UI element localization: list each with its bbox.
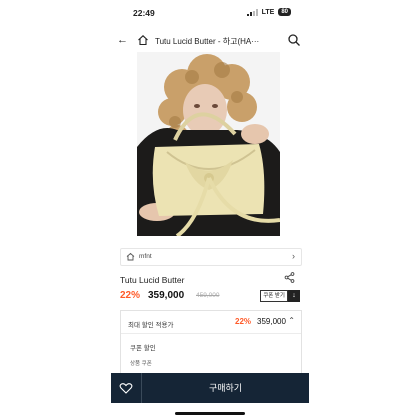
status-bar: 22:49 LTE 80: [111, 6, 309, 20]
product-name: Tutu Lucid Butter: [120, 275, 185, 285]
home-indicator: [175, 412, 245, 415]
max-discount-label: 최대 할인 적용가: [128, 322, 174, 329]
search-icon[interactable]: [287, 33, 301, 47]
price-row: 22% 359,000 459,000 쿠폰 받기 ↓: [120, 290, 300, 304]
store-icon: [126, 252, 135, 261]
buy-button[interactable]: 구매하기: [142, 373, 309, 403]
download-icon: ↓: [288, 290, 300, 302]
discount-rate: 22%: [120, 290, 141, 301]
back-icon[interactable]: ←: [117, 34, 128, 46]
page-title: Tutu Lucid Butter - 하고(HA···: [155, 37, 260, 46]
max-discount-price: 359,000: [257, 317, 286, 326]
max-discount-rate: 22%: [235, 317, 252, 326]
coupon-label: 쿠폰 받기: [260, 290, 288, 302]
phone-screen: 22:49 LTE 80 ← Tutu Lucid Butter - 하고(HA…: [111, 0, 309, 420]
battery-icon: 80: [278, 8, 291, 16]
chevron-right-icon: ›: [292, 251, 295, 261]
sale-price: 359,000: [148, 290, 185, 301]
status-indicators: LTE 80: [246, 8, 291, 16]
heart-icon: [119, 383, 133, 394]
top-navigation: ← Tutu Lucid Butter - 하고(HA···: [111, 30, 309, 52]
status-time: 22:49: [133, 8, 155, 18]
product-coupon-label: 상품 쿠폰: [130, 361, 152, 367]
home-icon[interactable]: [137, 34, 149, 46]
benefit-panel: 최대 할인 적용가 22% 359,000 ⌃ 쿠폰 할인 상품 쿠폰: [120, 310, 302, 373]
network-label: LTE: [261, 8, 275, 16]
coupon-button[interactable]: 쿠폰 받기 ↓: [260, 290, 300, 302]
product-image[interactable]: [137, 52, 280, 236]
seller-name: mfnt: [139, 253, 152, 260]
coupon-discount-title: 쿠폰 할인: [130, 345, 156, 352]
max-discount-row[interactable]: 최대 할인 적용가 22% 359,000 ⌃: [121, 311, 301, 334]
original-price: 459,000: [196, 292, 220, 299]
wishlist-button[interactable]: [111, 373, 142, 403]
signal-icon: [246, 8, 258, 16]
chevron-up-icon[interactable]: ⌃: [288, 316, 295, 325]
seller-row[interactable]: mfnt ›: [120, 248, 302, 266]
share-icon[interactable]: [284, 272, 295, 283]
bottom-action-bar: 구매하기: [111, 373, 309, 403]
